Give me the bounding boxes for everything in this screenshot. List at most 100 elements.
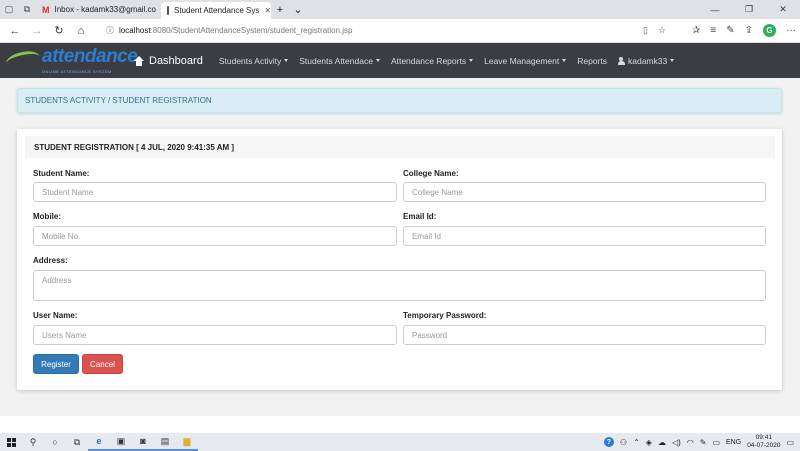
favorite-star-icon[interactable]: ☆ — [658, 25, 666, 36]
profile-avatar[interactable]: G — [763, 24, 776, 37]
clock-time: 09:41 — [755, 434, 772, 441]
refresh-icon[interactable]: ↻ — [48, 24, 70, 37]
browser-tab-inbox[interactable]: M Inbox - kadamk33@gmail.co — [36, 0, 161, 19]
mobile-input[interactable] — [33, 226, 397, 246]
address-bar: ← → ↻ ⌂ ⓘ localhost:8080/StudentAttendan… — [0, 19, 800, 43]
college-name-input[interactable] — [403, 182, 766, 202]
people-icon[interactable]: ⚇ — [620, 438, 627, 447]
console-icon[interactable]: ▤ — [154, 433, 176, 451]
page-content: STUDENTS ACTIVITY / STUDENT REGISTRATION… — [0, 78, 800, 433]
cortana-icon[interactable]: ○ — [44, 433, 66, 451]
pen-workspace-icon[interactable]: ✎ — [700, 438, 707, 447]
pen-icon[interactable]: ✎ — [726, 25, 734, 36]
menu-user[interactable]: kadamk33 — [617, 55, 675, 66]
url-field[interactable]: ⓘ localhost:8080/StudentAttendanceSystem… — [100, 21, 672, 40]
browser-tab-attendance[interactable]: Student Attendance Sys ✕ — [161, 2, 271, 19]
student-name-input[interactable] — [33, 182, 397, 202]
dashboard-label: Dashboard — [149, 54, 203, 67]
caret-down-icon — [469, 59, 474, 62]
system-tray: ? ⚇ ⌃ ◈ ☁ ◁) ◠ ✎ ▭ ENG 09:41 04-07-2020 … — [603, 434, 800, 450]
battery-icon[interactable]: ▭ — [712, 438, 720, 447]
start-button[interactable] — [0, 433, 22, 451]
cancel-button[interactable]: Cancel — [82, 354, 123, 374]
email-label: Email Id: — [403, 212, 437, 221]
back-icon[interactable]: ← — [4, 25, 26, 37]
logo-text: attendance — [42, 46, 138, 67]
home-icon[interactable]: ⌂ — [70, 25, 92, 37]
caret-down-icon — [375, 59, 380, 62]
college-name-label: College Name: — [403, 169, 459, 178]
url-host: localhost — [119, 26, 151, 35]
menu-attendance-reports[interactable]: Attendance Reports — [391, 56, 474, 66]
notifications-icon[interactable]: ▭ — [786, 438, 794, 447]
menu-students-activity[interactable]: Students Activity — [218, 55, 289, 66]
breadcrumb: STUDENTS ACTIVITY / STUDENT REGISTRATION — [17, 88, 782, 113]
main-menu: Students Activity Students Attendace Att… — [218, 55, 675, 66]
search-icon[interactable]: ⚲ — [22, 433, 44, 451]
set-aside-tabs-icon[interactable]: ⧉ — [18, 0, 36, 19]
menu-reports[interactable]: Reports — [577, 56, 607, 66]
password-input[interactable] — [403, 325, 766, 345]
reading-list-icon[interactable]: ≡ — [710, 25, 716, 36]
registration-panel: STUDENT REGISTRATION [ 4 JUL, 2020 9:41:… — [17, 129, 782, 390]
windows-taskbar: ⚲ ○ ⧉ e ▣ ◙ ▤ ▆ ? ⚇ ⌃ ◈ ☁ ◁) ◠ ✎ ▭ ENG 0… — [0, 433, 800, 451]
help-icon[interactable]: ? — [603, 437, 614, 447]
edge-browser-icon[interactable]: e — [88, 433, 110, 451]
browser-tab-bar: ▢ ⧉ M Inbox - kadamk33@gmail.co Student … — [0, 0, 800, 19]
share-icon[interactable]: ⇪ — [745, 25, 753, 36]
caret-down-icon — [670, 59, 675, 62]
tab-title: Student Attendance Sys — [174, 6, 260, 15]
menu-label: Leave Management — [484, 55, 560, 66]
tab-actions-icon[interactable]: ▢ — [0, 0, 18, 19]
dashboard-link[interactable]: Dashboard — [134, 55, 203, 67]
tab-list-chevron-icon[interactable]: ⌄ — [289, 0, 307, 19]
reading-view-icon[interactable]: ▯ — [643, 25, 648, 36]
attendance-logo[interactable]: attendance ONLINE ATTENDANCE SYSTEM — [4, 43, 138, 78]
volume-icon[interactable]: ◁) — [672, 438, 681, 447]
logo-subtext: ONLINE ATTENDANCE SYSTEM — [42, 69, 112, 74]
password-label: Temporary Password: — [403, 311, 487, 320]
menu-label: Reports — [577, 55, 607, 66]
user-icon — [617, 56, 625, 65]
dropbox-icon[interactable]: ◈ — [646, 438, 652, 447]
show-hidden-icons-chevron[interactable]: ⌃ — [633, 438, 640, 447]
clock-date: 04-07-2020 — [747, 442, 781, 449]
language-indicator[interactable]: ENG — [726, 439, 741, 446]
student-name-label: Student Name: — [33, 169, 90, 178]
menu-label: Students Activity — [218, 55, 282, 66]
address-label: Address: — [33, 256, 68, 265]
menu-label: Students Attendace — [299, 55, 373, 66]
url-path: :8080/StudentAttendanceSystem/student_re… — [150, 26, 353, 35]
favorites-icon[interactable]: ✰ — [692, 25, 700, 36]
menu-leave-management[interactable]: Leave Management — [484, 55, 567, 66]
windows-logo-icon — [6, 437, 16, 447]
app-icon[interactable]: ◙ — [132, 433, 154, 451]
mobile-label: Mobile: — [33, 212, 61, 221]
forward-icon[interactable]: → — [26, 25, 48, 37]
menu-students-attendance[interactable]: Students Attendace — [299, 56, 380, 66]
register-button[interactable]: Register — [33, 354, 79, 374]
task-view-icon[interactable]: ⧉ — [66, 433, 88, 451]
more-icon[interactable]: ··· — [786, 25, 796, 36]
app-navbar: attendance ONLINE ATTENDANCE SYSTEM Dash… — [0, 43, 800, 78]
page-icon — [167, 6, 169, 15]
page-footer-strip — [0, 416, 800, 433]
file-explorer-icon[interactable]: ▆ — [176, 433, 198, 451]
restore-icon[interactable]: ❐ — [732, 0, 766, 19]
email-input[interactable] — [403, 226, 766, 246]
home-icon — [134, 55, 144, 66]
user-name-label: User Name: — [33, 311, 78, 320]
terminal-icon[interactable]: ▣ — [110, 433, 132, 451]
minimize-icon[interactable]: — — [698, 0, 732, 19]
user-name-input[interactable] — [33, 325, 397, 345]
new-tab-icon[interactable]: + — [271, 0, 289, 19]
info-icon[interactable]: ⓘ — [106, 25, 114, 36]
tab-title: Inbox - kadamk33@gmail.co — [54, 5, 157, 14]
clock[interactable]: 09:41 04-07-2020 — [747, 434, 780, 450]
wifi-icon[interactable]: ◠ — [687, 438, 694, 447]
close-window-icon[interactable]: ✕ — [766, 0, 800, 19]
menu-label: kadamk33 — [627, 55, 668, 66]
address-textarea[interactable] — [33, 270, 766, 301]
onedrive-icon[interactable]: ☁ — [658, 438, 666, 447]
logo-swoosh-icon — [4, 48, 42, 72]
